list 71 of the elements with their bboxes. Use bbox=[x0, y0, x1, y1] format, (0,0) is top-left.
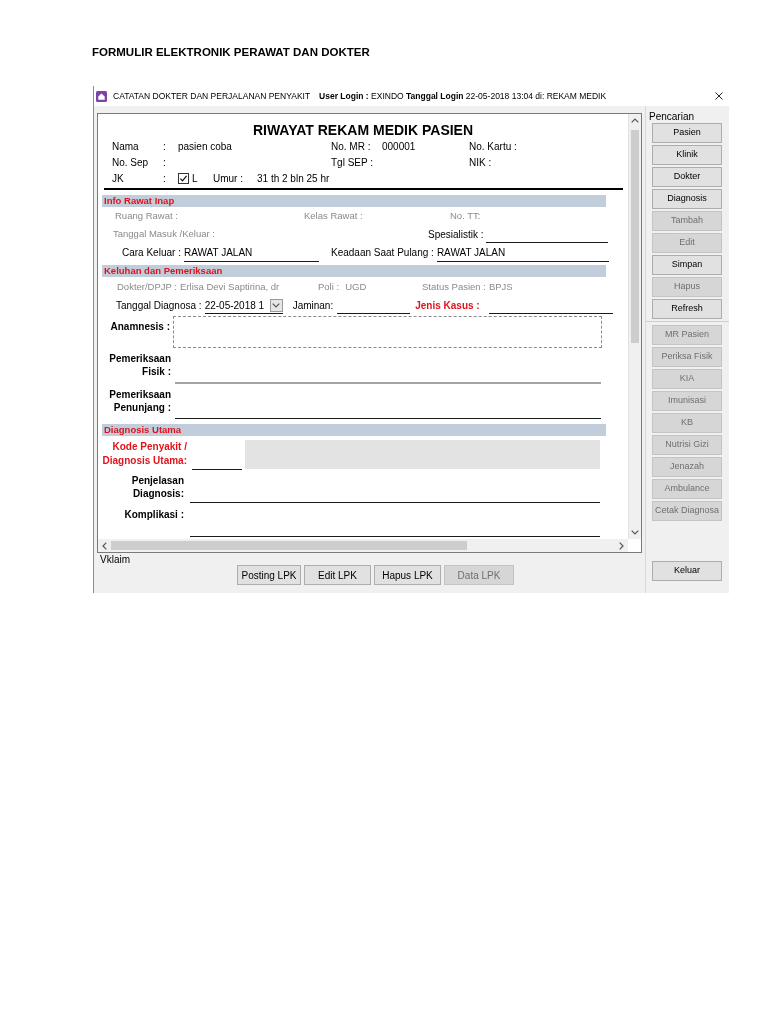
action-button[interactable]: Edit LPK bbox=[304, 565, 371, 585]
scrollbar-thumb[interactable] bbox=[631, 130, 639, 343]
field-label: Tanggal Masuk /Keluar : bbox=[113, 226, 215, 241]
dropdown-button[interactable] bbox=[269, 298, 283, 312]
colon-text: : bbox=[163, 140, 166, 152]
side-button[interactable]: Diagnosis bbox=[652, 189, 722, 209]
action-button[interactable]: Posting LPK bbox=[237, 565, 301, 585]
side-button[interactable]: Pasien bbox=[652, 123, 722, 143]
field-label: Tgl SEP : bbox=[331, 156, 374, 168]
chevron-up-icon[interactable] bbox=[631, 118, 639, 123]
field-label: Anamnesis : bbox=[110, 320, 170, 334]
field-label: Penjelasan Diagnosis: bbox=[130, 474, 184, 501]
page-heading: FORMULIR ELEKTRONIK PERAWAT DAN DOKTER bbox=[92, 45, 370, 59]
panel-label: Pencarian bbox=[649, 111, 695, 123]
option-label: L bbox=[192, 171, 198, 186]
date-field[interactable]: 22-05-2018 1 bbox=[204, 297, 283, 314]
side-button[interactable]: Dokter bbox=[652, 167, 722, 187]
text-field[interactable]: RAWAT JALAN bbox=[183, 243, 319, 262]
exit-button[interactable]: Keluar bbox=[652, 561, 722, 581]
field-label: JK bbox=[112, 172, 124, 184]
field-value: pasien coba bbox=[178, 140, 232, 152]
form-title: RIWAYAT REKAM MEDIK PASIEN bbox=[252, 122, 474, 138]
field-label: Spesialistik : bbox=[428, 227, 484, 242]
field-label: No. TT: bbox=[450, 208, 481, 223]
field-label: Nama bbox=[112, 140, 139, 152]
action-button[interactable]: Hapus LPK bbox=[374, 565, 441, 585]
vertical-scrollbar[interactable] bbox=[628, 114, 641, 539]
field-label: No. Sep bbox=[112, 156, 149, 168]
colon-text: : bbox=[163, 156, 166, 168]
side-button[interactable]: Refresh bbox=[652, 299, 722, 319]
field-label: Keadaan Saat Pulang : bbox=[331, 246, 434, 260]
field-value: UGD bbox=[345, 279, 367, 294]
chevron-right-icon[interactable] bbox=[619, 541, 624, 550]
field-label: Tanggal Diagnosa : bbox=[116, 299, 202, 313]
field-label: Pemeriksaan Fisik : bbox=[108, 352, 171, 379]
field-label: Poli : bbox=[318, 279, 340, 294]
text-field[interactable]: RAWAT JALAN bbox=[436, 243, 609, 262]
field-label: Ruang Rawat : bbox=[115, 209, 178, 221]
checkbox[interactable] bbox=[178, 172, 189, 184]
field-label: No. Kartu : bbox=[469, 139, 517, 154]
field-value: BPJS bbox=[488, 279, 513, 294]
field-label: Cara Keluar : bbox=[122, 246, 181, 260]
field-label: NIK : bbox=[469, 155, 492, 170]
field-label: Kelas Rawat : bbox=[304, 209, 363, 221]
section-header: Info Rawat Inap bbox=[102, 195, 606, 207]
login-info: User Login : EXINDO Tanggal Login 22-05-2018 13:04 di: REKAM MEDIK bbox=[319, 89, 607, 103]
field-label: Komplikasi : bbox=[124, 508, 184, 522]
side-button[interactable]: Simpan bbox=[652, 255, 722, 275]
field-value: 31 th 2 bln 25 hr bbox=[257, 171, 330, 186]
chevron-down-icon[interactable] bbox=[272, 302, 281, 308]
section-header: Diagnosis Utama bbox=[102, 424, 606, 436]
field-value: Erlisa Devi Saptirina, dr bbox=[180, 279, 280, 294]
field-label: Jenis Kasus : bbox=[415, 299, 480, 313]
field-label: No. MR : bbox=[331, 140, 371, 152]
side-button[interactable]: Klinik bbox=[652, 145, 722, 165]
field-label: Kode Penyakit / Diagnosis Utama: bbox=[101, 440, 187, 468]
chevron-left-icon[interactable] bbox=[102, 541, 107, 550]
field-label: Jaminan: bbox=[292, 299, 334, 313]
close-icon[interactable] bbox=[715, 92, 723, 100]
colon-text: : bbox=[163, 172, 166, 184]
horizontal-scrollbar[interactable] bbox=[98, 539, 628, 552]
field-label: Pemeriksaan Penunjang : bbox=[108, 388, 171, 415]
scrollbar-thumb[interactable] bbox=[111, 541, 467, 550]
chevron-down-icon[interactable] bbox=[631, 530, 639, 535]
field-label: Dokter/DPJP : bbox=[117, 279, 177, 294]
section-header: Keluhan dan Pemeriksaan bbox=[102, 265, 606, 277]
field-label: Status Pasien : bbox=[422, 279, 486, 294]
window-title: CATATAN DOKTER DAN PERJALANAN PENYAKIT bbox=[113, 89, 311, 103]
field-value: 000001 bbox=[382, 140, 416, 152]
status-label: Vklaim bbox=[100, 552, 130, 567]
field-label: Umur : bbox=[213, 172, 243, 184]
